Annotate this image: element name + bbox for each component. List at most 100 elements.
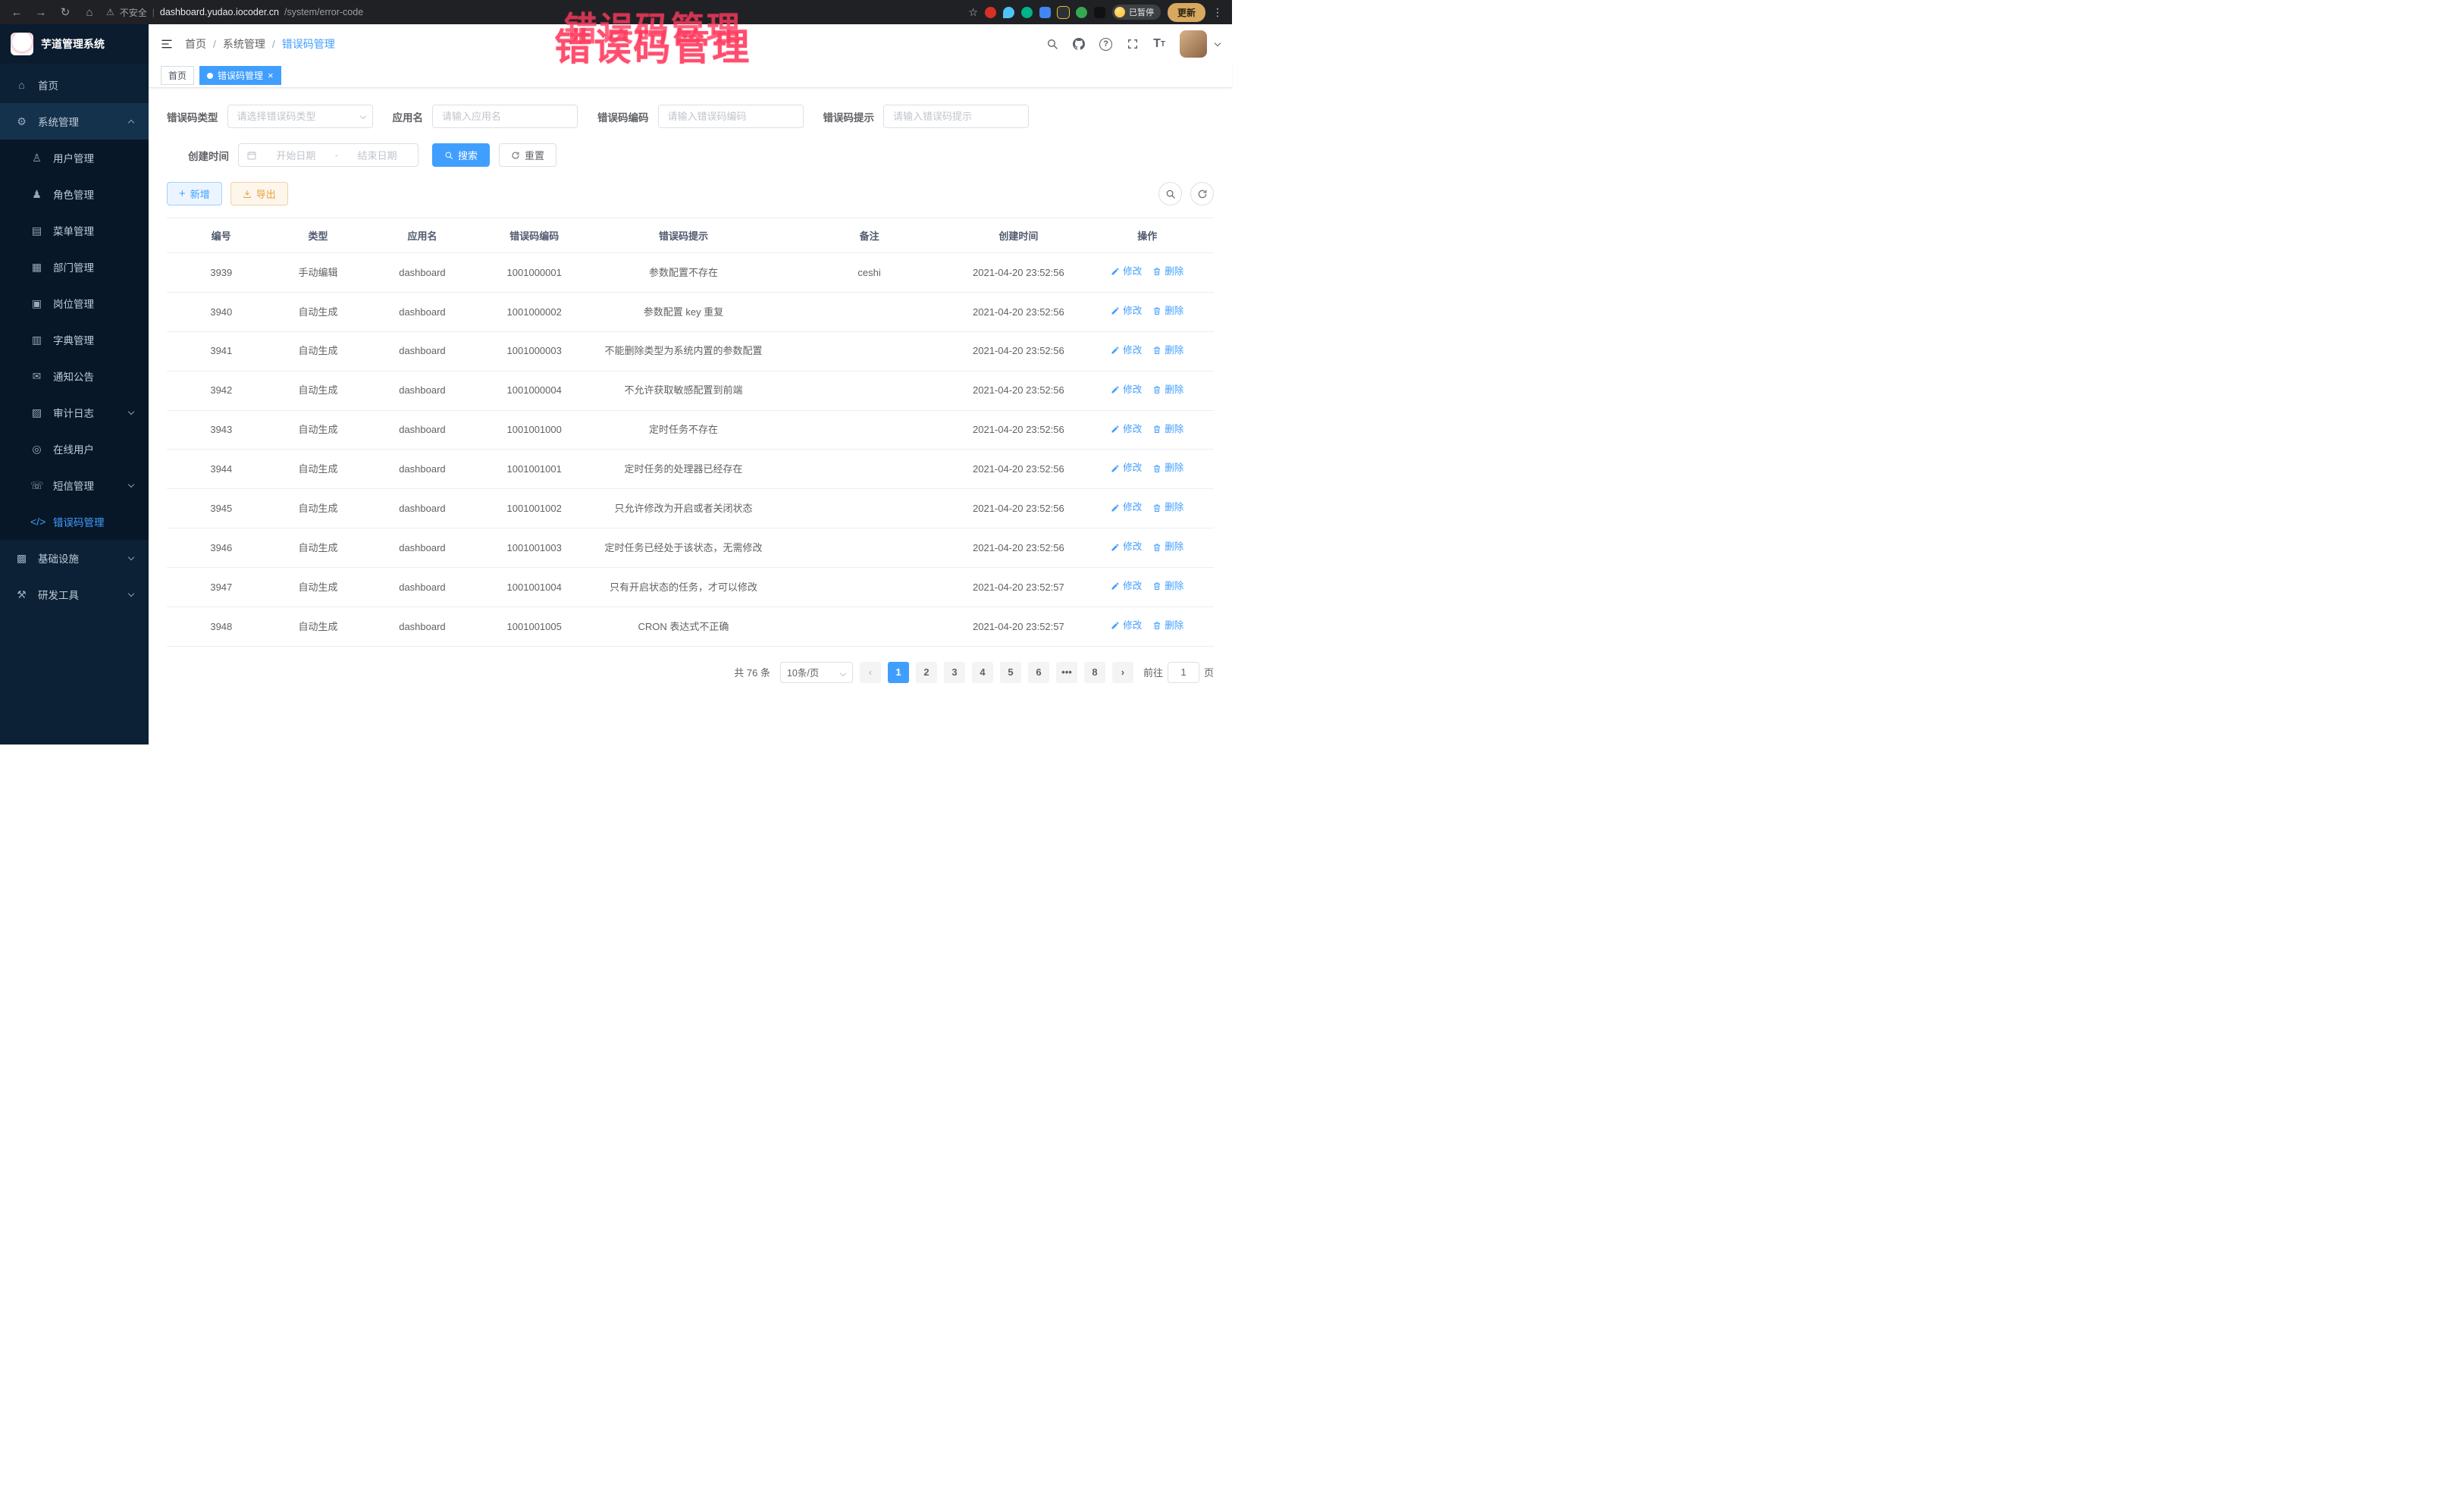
bookmark-star-icon[interactable]: ☆ <box>968 6 978 19</box>
reset-button[interactable]: 重置 <box>499 143 556 167</box>
tab-error-code[interactable]: 错误码管理 × <box>199 66 281 85</box>
delete-link[interactable]: 删除 <box>1152 422 1183 437</box>
error-hint-field[interactable] <box>883 105 1029 128</box>
browser-back-button[interactable]: ← <box>9 6 24 19</box>
sidebar-item-home[interactable]: ⌂ 首页 <box>0 67 149 103</box>
extension-icon[interactable] <box>985 7 996 18</box>
edit-link[interactable]: 修改 <box>1111 619 1142 633</box>
page-button-5[interactable]: 5 <box>1000 662 1021 683</box>
sidebar-item-departments[interactable]: ▦ 部门管理 <box>0 249 149 285</box>
delete-link[interactable]: 删除 <box>1152 304 1183 318</box>
page-size-input[interactable] <box>780 662 853 683</box>
delete-link[interactable]: 删除 <box>1152 265 1183 279</box>
page-size-select[interactable] <box>780 662 853 683</box>
browser-menu-icon[interactable]: ⋮ <box>1212 6 1223 19</box>
page-button-6[interactable]: 6 <box>1028 662 1049 683</box>
extension-icon[interactable] <box>1003 7 1014 18</box>
app-name-field[interactable] <box>432 105 578 128</box>
goto-page-input[interactable] <box>1168 662 1199 683</box>
extension-icon[interactable] <box>1094 7 1105 18</box>
toggle-search-button[interactable] <box>1158 182 1182 205</box>
search-icon[interactable] <box>1046 38 1058 50</box>
page-button-2[interactable]: 2 <box>916 662 937 683</box>
avatar-caret-icon[interactable] <box>1215 39 1221 45</box>
font-small-glyph: T <box>1161 40 1165 49</box>
sidebar-item-dev-tools[interactable]: ⚒ 研发工具 <box>0 576 149 613</box>
table-row: 3945 自动生成 dashboard 1001001002 只允许修改为开启或… <box>167 489 1214 528</box>
sidebar-item-error-code[interactable]: </> 错误码管理 <box>0 503 149 540</box>
tab-home[interactable]: 首页 <box>161 66 194 85</box>
edit-link[interactable]: 修改 <box>1111 461 1142 475</box>
prev-page-button[interactable]: ‹ <box>860 662 881 683</box>
sidebar-item-sms[interactable]: ☏ 短信管理 <box>0 467 149 503</box>
sidebar-collapse-button[interactable] <box>161 38 173 50</box>
delete-link[interactable]: 删除 <box>1152 540 1183 554</box>
user-avatar[interactable] <box>1180 30 1207 58</box>
more-pages-button[interactable]: ••• <box>1056 662 1077 683</box>
edit-link[interactable]: 修改 <box>1111 500 1142 515</box>
edit-link[interactable]: 修改 <box>1111 343 1142 358</box>
sidebar-item-system-management[interactable]: ⚙ 系统管理 <box>0 103 149 139</box>
delete-link[interactable]: 删除 <box>1152 579 1183 594</box>
edit-link[interactable]: 修改 <box>1111 579 1142 594</box>
sidebar-submenu-system: ♙ 用户管理 ♟ 角色管理 ▤ 菜单管理 ▦ 部门管理 ▣ 岗位管理 <box>0 139 149 540</box>
sidebar-item-roles[interactable]: ♟ 角色管理 <box>0 176 149 212</box>
sidebar-item-menus[interactable]: ▤ 菜单管理 <box>0 212 149 249</box>
browser-reload-button[interactable]: ↻ <box>58 5 73 19</box>
edit-link[interactable]: 修改 <box>1111 422 1142 437</box>
error-code-field[interactable] <box>658 105 804 128</box>
profile-paused-badge[interactable]: 已暂停 <box>1112 5 1161 20</box>
sidebar-item-users[interactable]: ♙ 用户管理 <box>0 139 149 176</box>
page-button-1[interactable]: 1 <box>888 662 909 683</box>
delete-link[interactable]: 删除 <box>1152 619 1183 633</box>
next-page-button[interactable]: › <box>1112 662 1133 683</box>
table-toolbar: + 新增 导出 <box>167 182 1214 205</box>
app-logo[interactable]: 芋道管理系统 <box>0 24 149 64</box>
edit-link[interactable]: 修改 <box>1111 304 1142 318</box>
search-button[interactable]: 搜索 <box>432 143 490 167</box>
font-size-icon[interactable]: TT <box>1153 37 1165 51</box>
sidebar-item-posts[interactable]: ▣ 岗位管理 <box>0 285 149 321</box>
address-bar[interactable]: ⚠ 不安全 | dashboard.yudao.iocoder.cn/syste… <box>106 6 959 19</box>
edit-link[interactable]: 修改 <box>1111 383 1142 397</box>
sidebar-item-infrastructure[interactable]: ▩ 基础设施 <box>0 540 149 576</box>
error-type-select-input[interactable] <box>227 105 373 128</box>
app-name-input[interactable] <box>432 105 578 128</box>
breadcrumb-item[interactable]: 首页 <box>185 36 206 52</box>
sidebar-item-online-users[interactable]: ◎ 在线用户 <box>0 431 149 467</box>
sidebar-item-label: 基础设施 <box>38 550 79 566</box>
error-type-select[interactable] <box>227 105 373 128</box>
page-button-8[interactable]: 8 <box>1084 662 1105 683</box>
add-button[interactable]: + 新增 <box>167 182 222 205</box>
sidebar-item-label: 系统管理 <box>38 114 79 129</box>
refresh-table-button[interactable] <box>1190 182 1214 205</box>
fullscreen-icon[interactable] <box>1127 38 1139 50</box>
delete-link[interactable]: 删除 <box>1152 343 1183 358</box>
extension-icon[interactable] <box>1058 7 1069 18</box>
close-tab-icon[interactable]: × <box>268 71 274 80</box>
page-button-3[interactable]: 3 <box>944 662 965 683</box>
date-range-picker[interactable]: 开始日期 - 结束日期 <box>238 143 419 167</box>
page-button-4[interactable]: 4 <box>972 662 993 683</box>
extension-icon[interactable] <box>1021 7 1033 18</box>
delete-link[interactable]: 删除 <box>1152 383 1183 397</box>
sidebar-item-dictionary[interactable]: ▥ 字典管理 <box>0 321 149 358</box>
edit-link[interactable]: 修改 <box>1111 265 1142 279</box>
start-date-placeholder: 开始日期 <box>263 148 329 162</box>
sidebar-item-audit-log[interactable]: ▨ 审计日志 <box>0 394 149 431</box>
error-code-input[interactable] <box>658 105 804 128</box>
extension-icon[interactable] <box>1076 7 1087 18</box>
help-icon[interactable]: ? <box>1099 38 1112 51</box>
github-icon[interactable] <box>1073 38 1085 50</box>
browser-forward-button[interactable]: → <box>33 6 49 19</box>
delete-link[interactable]: 删除 <box>1152 461 1183 475</box>
error-hint-input[interactable] <box>883 105 1029 128</box>
browser-home-button[interactable]: ⌂ <box>82 6 97 19</box>
export-button[interactable]: 导出 <box>230 182 288 205</box>
delete-link[interactable]: 删除 <box>1152 500 1183 515</box>
browser-update-button[interactable]: 更新 <box>1168 3 1205 22</box>
edit-link[interactable]: 修改 <box>1111 540 1142 554</box>
sidebar-item-notices[interactable]: ✉ 通知公告 <box>0 358 149 394</box>
breadcrumb-item[interactable]: 系统管理 <box>223 36 265 52</box>
extension-icon[interactable] <box>1039 7 1051 18</box>
